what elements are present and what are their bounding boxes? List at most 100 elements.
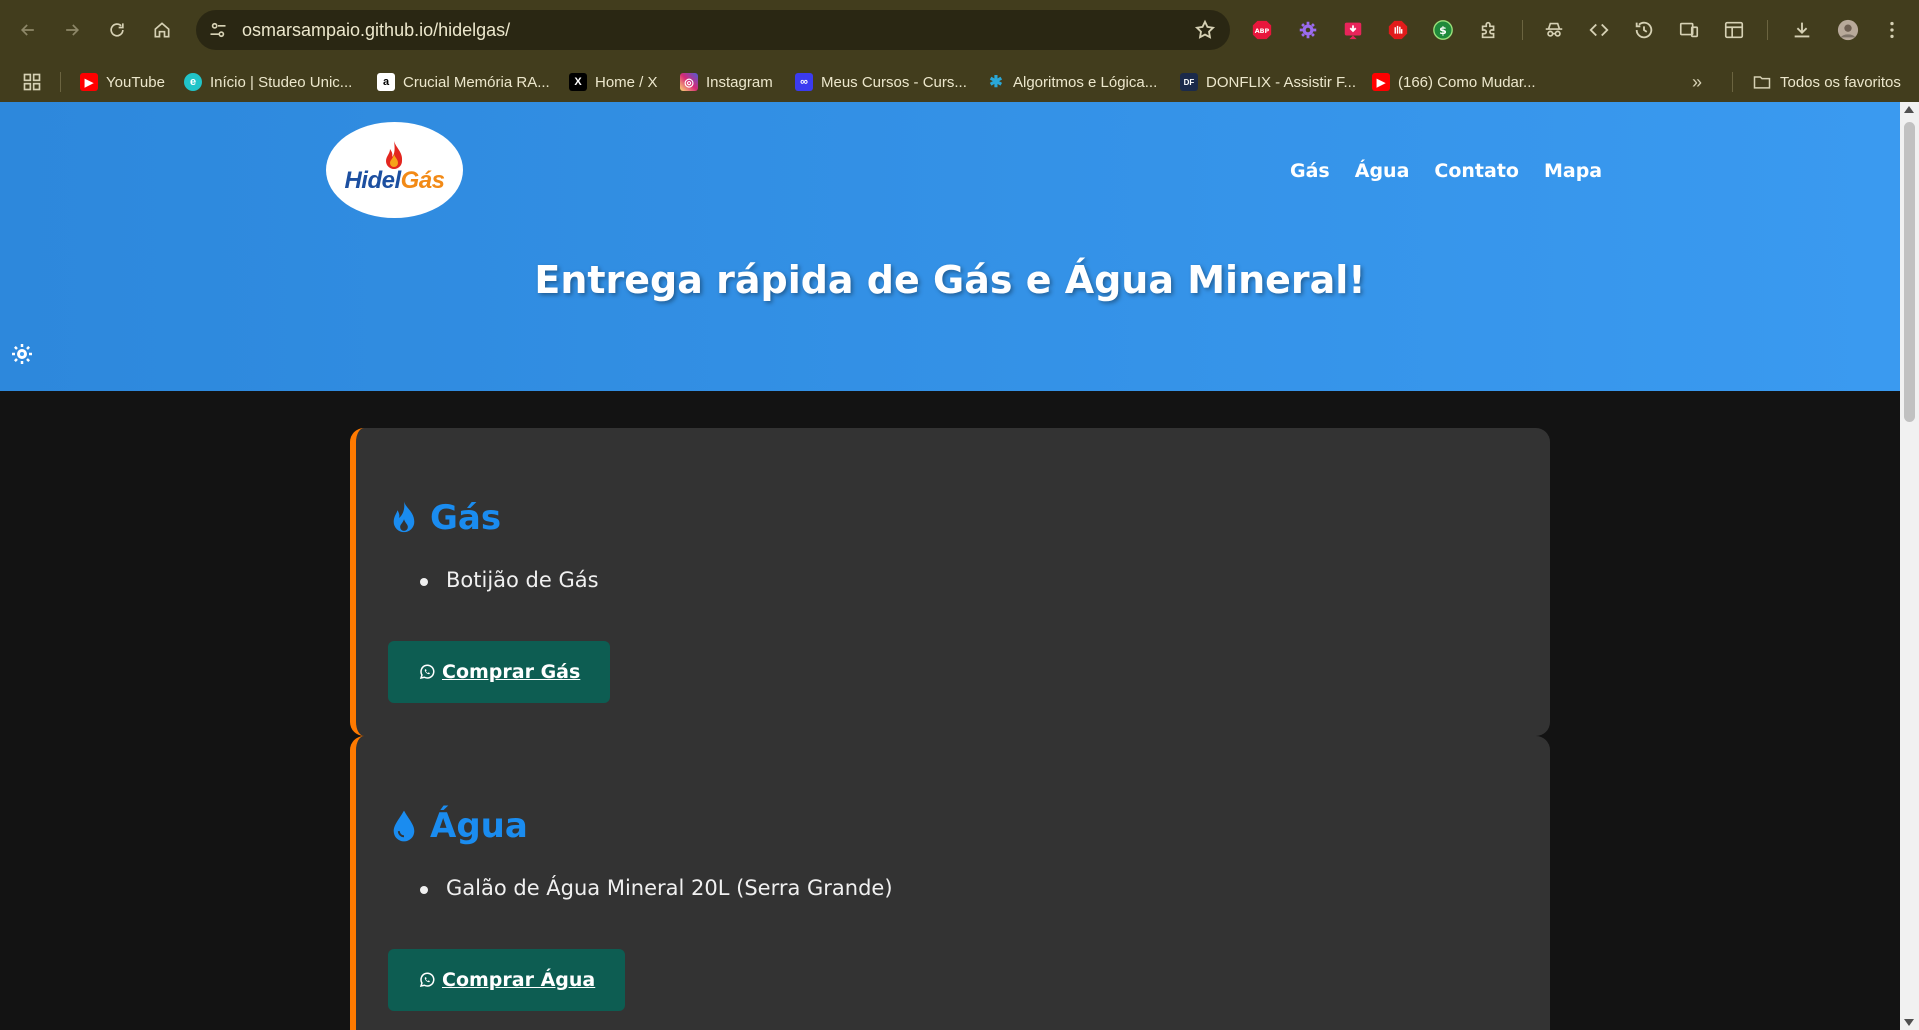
toolbar-divider	[1522, 20, 1523, 40]
bookmarks-bar: ▶ YouTube e Início | Studeo Unic... a Cr…	[0, 60, 1919, 102]
water-drop-icon	[393, 810, 415, 842]
sidebar-button[interactable]	[1722, 18, 1746, 42]
youtube-icon: ▶	[1372, 73, 1390, 91]
download-video-icon	[1344, 22, 1362, 40]
adblock-extension[interactable]: ABP	[1250, 18, 1274, 42]
bookmark-algoritmos[interactable]: ✱ Algoritmos e Lógica...	[987, 71, 1157, 93]
dollar-icon: $	[1433, 20, 1453, 40]
page-viewport: HidelGás Gás Água Contato Mapa Entrega r…	[0, 102, 1900, 1030]
agua-heading: Água	[388, 806, 528, 846]
incognito-button[interactable]	[1542, 18, 1566, 42]
donflix-icon: DF	[1180, 73, 1198, 91]
puzzle-gear-extension[interactable]	[1296, 18, 1320, 42]
bookmark-label: Instagram	[706, 73, 773, 91]
address-bar[interactable]: osmarsampaio.github.io/hidelgas/	[196, 10, 1230, 50]
avatar-icon	[1837, 19, 1859, 41]
reload-button[interactable]	[101, 14, 133, 46]
adblock-icon: ABP	[1252, 20, 1272, 40]
site-header: HidelGás Gás Água Contato Mapa Entrega r…	[0, 102, 1900, 391]
fire-icon	[393, 501, 415, 533]
bookmark-cursos[interactable]: ∞ Meus Cursos - Curs...	[795, 71, 967, 93]
bookmark-donflix[interactable]: DF DONFLIX - Assistir F...	[1180, 71, 1356, 93]
dollar-extension[interactable]: $	[1431, 18, 1455, 42]
bookmark-crucial[interactable]: a Crucial Memória RA...	[377, 71, 550, 93]
history-button[interactable]	[1632, 18, 1656, 42]
menu-button[interactable]	[1880, 18, 1904, 42]
forward-button[interactable]	[56, 14, 88, 46]
bookmark-label: Meus Cursos - Curs...	[821, 73, 967, 91]
nav-link-contato[interactable]: Contato	[1434, 160, 1519, 182]
nav-link-agua[interactable]: Água	[1355, 160, 1410, 182]
browser-toolbar: osmarsampaio.github.io/hidelgas/ ABP $	[0, 0, 1919, 60]
folder-icon	[1753, 76, 1771, 89]
algoritmos-icon: ✱	[989, 74, 1003, 91]
whatsapp-icon	[419, 972, 435, 988]
bookmark-x[interactable]: X Home / X	[569, 71, 658, 93]
page-scrollbar[interactable]	[1900, 102, 1919, 1030]
puzzle-gear-icon	[1299, 21, 1317, 39]
history-icon	[1635, 21, 1653, 39]
hero-title: Entrega rápida de Gás e Água Mineral!	[534, 258, 1366, 302]
agua-product-list: Galão de Água Mineral 20L (Serra Grande)	[420, 876, 893, 900]
arrow-right-icon	[66, 24, 80, 36]
site-settings-icon[interactable]	[208, 20, 228, 40]
scroll-down-arrow-icon[interactable]	[1904, 1019, 1914, 1026]
reload-icon	[110, 23, 124, 37]
bookmark-label: DONFLIX - Assistir F...	[1206, 73, 1357, 91]
star-icon[interactable]	[1194, 19, 1216, 41]
devtools-button[interactable]	[1587, 18, 1611, 42]
bookmark-label: Home / X	[595, 73, 658, 91]
devices-button[interactable]	[1677, 18, 1701, 42]
stop-hand-extension[interactable]	[1386, 18, 1410, 42]
scroll-up-arrow-icon[interactable]	[1904, 106, 1914, 113]
buy-agua-label: Comprar Água	[442, 969, 596, 991]
code-icon	[1589, 23, 1609, 37]
more-bookmarks-button[interactable]: »	[1692, 71, 1702, 93]
apps-button[interactable]	[22, 71, 42, 93]
sidebar-icon	[1724, 21, 1744, 39]
whatsapp-icon	[419, 664, 435, 680]
buy-gas-button[interactable]: Comprar Gás	[388, 641, 611, 703]
devices-icon	[1679, 22, 1699, 38]
agua-section: Água Galão de Água Mineral 20L (Serra Gr…	[350, 736, 1550, 1030]
bookmark-label: Início | Studeo Unic...	[210, 73, 353, 91]
bookmark-instagram[interactable]: ◎ Instagram	[680, 71, 773, 93]
bookmark-youtube[interactable]: ▶ YouTube	[80, 71, 165, 93]
extensions-icon	[1481, 21, 1495, 39]
all-bookmarks-label: Todos os favoritos	[1780, 73, 1901, 91]
url-text[interactable]: osmarsampaio.github.io/hidelgas/	[242, 20, 510, 41]
nav-link-gas[interactable]: Gás	[1290, 160, 1330, 182]
bookmark-label: Algoritmos e Lógica...	[1013, 73, 1158, 91]
browser-chrome: osmarsampaio.github.io/hidelgas/ ABP $ ▶…	[0, 0, 1919, 102]
sun-icon[interactable]	[10, 342, 34, 366]
bookmarks-divider	[1732, 72, 1733, 92]
amazon-icon: a	[377, 73, 395, 91]
bookmark-studeo[interactable]: e Início | Studeo Unic...	[184, 71, 352, 93]
cursos-icon: ∞	[795, 73, 813, 91]
downloads-button[interactable]	[1790, 18, 1814, 42]
nav-link-mapa[interactable]: Mapa	[1544, 160, 1602, 182]
bookmarks-divider	[60, 72, 61, 92]
back-button[interactable]	[12, 14, 44, 46]
all-bookmarks-folder[interactable]: Todos os favoritos	[1752, 71, 1901, 93]
buy-gas-label: Comprar Gás	[442, 661, 581, 683]
extensions-button[interactable]	[1477, 18, 1501, 42]
toolbar-divider	[1767, 20, 1768, 40]
stop-hand-icon	[1388, 20, 1408, 40]
bookmark-como-mudar[interactable]: ▶ (166) Como Mudar...	[1372, 71, 1536, 93]
download-video-extension[interactable]	[1341, 18, 1365, 42]
main-nav: Gás Água Contato Mapa	[1290, 160, 1602, 182]
home-button[interactable]	[146, 14, 178, 46]
bookmark-label: (166) Como Mudar...	[1398, 73, 1536, 91]
site-logo[interactable]: HidelGás	[326, 122, 463, 218]
buy-agua-button[interactable]: Comprar Água	[388, 949, 626, 1011]
list-item: Galão de Água Mineral 20L (Serra Grande)	[420, 876, 893, 900]
adblock-label: ABP	[1255, 27, 1270, 35]
x-icon: X	[569, 73, 587, 91]
profile-button[interactable]	[1836, 18, 1860, 42]
gas-product-list: Botijão de Gás	[420, 568, 599, 592]
bookmark-label: YouTube	[106, 73, 165, 91]
apps-grid-icon	[23, 73, 41, 91]
list-item: Botijão de Gás	[420, 568, 599, 592]
scrollbar-thumb[interactable]	[1904, 122, 1915, 422]
